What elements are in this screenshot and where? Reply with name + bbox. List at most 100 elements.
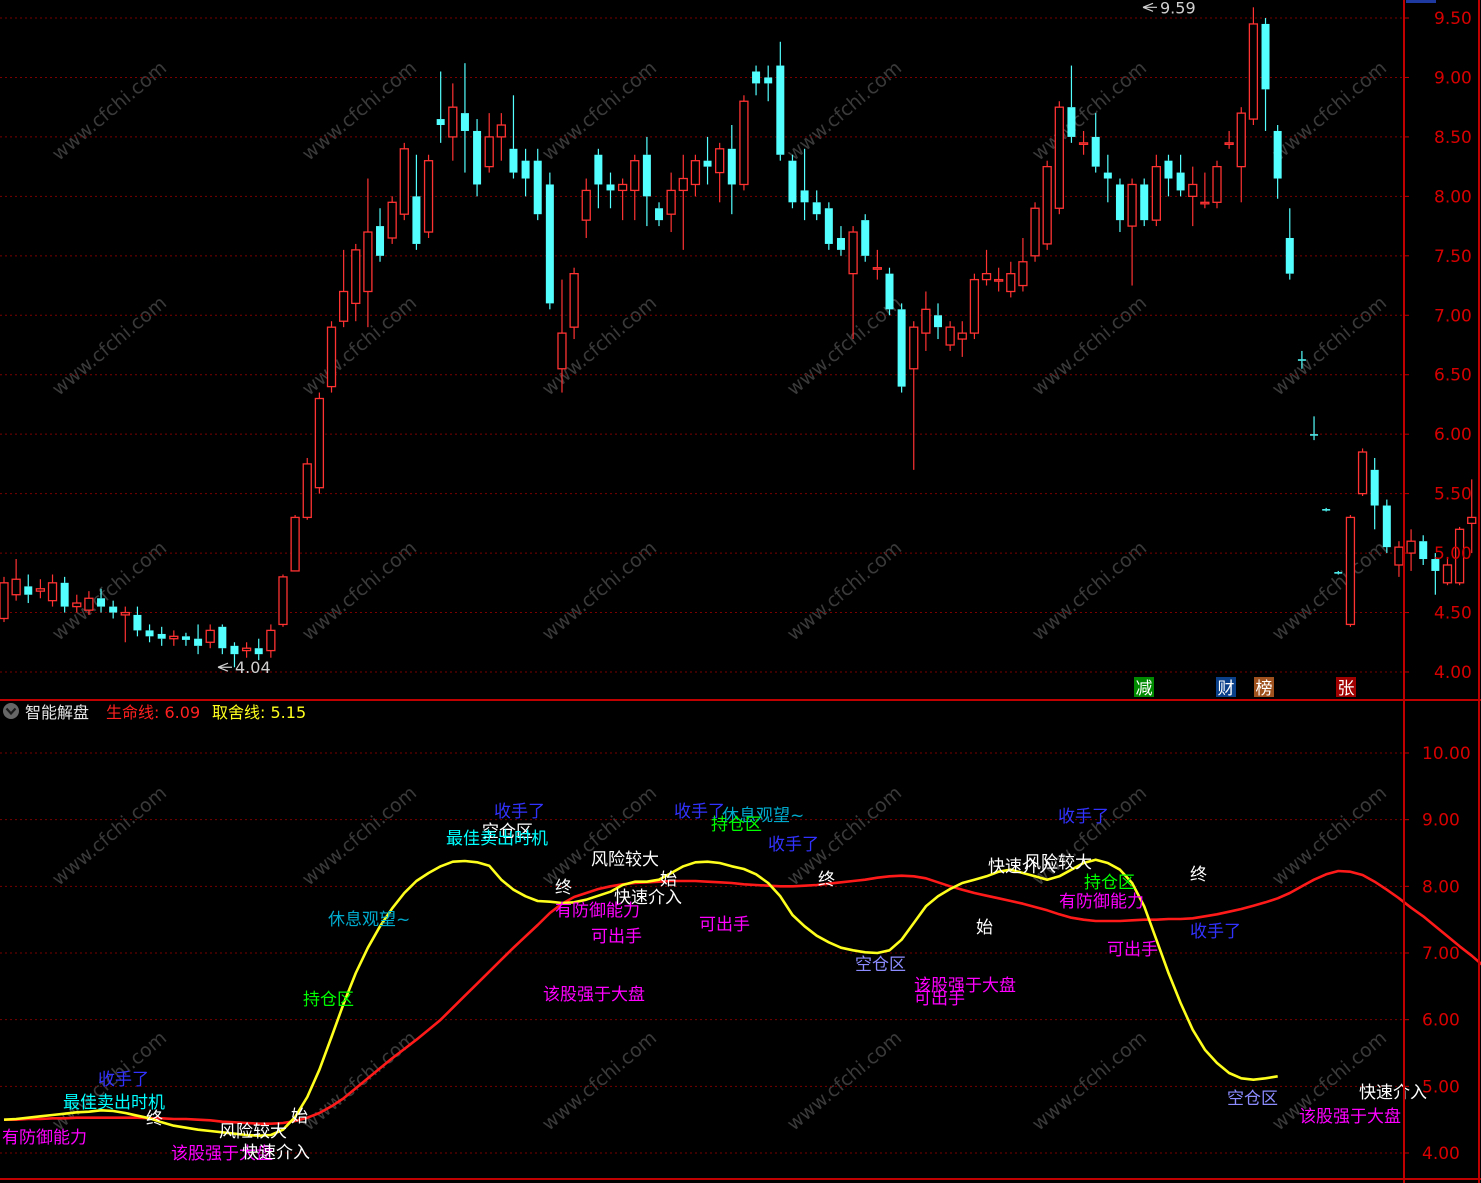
candle bbox=[290, 515, 300, 572]
candle-body-up bbox=[326, 326, 337, 388]
candle-body-down bbox=[521, 160, 530, 179]
candle-body-down bbox=[594, 154, 603, 185]
candle bbox=[861, 214, 870, 262]
candle-body-up bbox=[1006, 273, 1016, 293]
candle-body-up bbox=[1236, 112, 1246, 168]
signal-label: 持仓区 bbox=[303, 990, 354, 1010]
price-tick-label: 9.00 bbox=[1434, 68, 1472, 88]
signal-label: 始 bbox=[660, 870, 677, 890]
candle-body-down bbox=[473, 130, 482, 185]
price-tick-label: 5.50 bbox=[1434, 485, 1472, 505]
candle-body-down bbox=[412, 196, 421, 244]
annotation-label: 4.04 bbox=[235, 658, 271, 677]
candle-body-up bbox=[969, 278, 980, 334]
candle-body-up bbox=[1406, 540, 1416, 554]
candle-body-down bbox=[897, 309, 906, 387]
news-badge[interactable]: 减 bbox=[1134, 677, 1154, 699]
badge-label: 张 bbox=[1338, 679, 1355, 699]
candle bbox=[739, 95, 749, 191]
candle-body-down bbox=[133, 614, 142, 631]
candle-body-up bbox=[690, 160, 701, 186]
candle-body-up bbox=[11, 578, 21, 596]
candle-body-up bbox=[1042, 165, 1052, 245]
candle-body-down bbox=[1310, 434, 1319, 436]
signal-label: 收手了 bbox=[98, 1070, 149, 1090]
candle-body-down bbox=[812, 202, 821, 215]
candle-body-down bbox=[533, 160, 542, 215]
quit-line-label-text: 取舍线: bbox=[212, 703, 265, 722]
candle-body-down bbox=[824, 208, 833, 244]
signal-label: 可出手 bbox=[914, 989, 965, 1009]
signal-label: 可出手 bbox=[699, 915, 750, 935]
candle-body-up bbox=[1054, 106, 1064, 209]
signal-label: 最佳卖出时机 bbox=[446, 829, 548, 849]
candle-body-down bbox=[752, 71, 761, 84]
indicator-name: 智能解盘 bbox=[25, 703, 89, 722]
price-tick-label: 5.00 bbox=[1434, 544, 1472, 564]
candle-body-down bbox=[836, 237, 845, 250]
candle-body-up bbox=[448, 106, 458, 138]
collapse-icon[interactable] bbox=[3, 703, 19, 719]
candle-body-down bbox=[934, 315, 943, 328]
signal-label: 风险较大 bbox=[219, 1122, 287, 1142]
signal-label: 该股强于大盘 bbox=[543, 985, 645, 1005]
candle-body-up bbox=[921, 308, 931, 334]
signal-label: 快速介入 bbox=[242, 1143, 310, 1163]
candle-body-up bbox=[630, 160, 640, 192]
badge-label: 减 bbox=[1136, 679, 1153, 699]
signal-label: 休息观望~ bbox=[328, 910, 410, 930]
indicator-tick-label: 4.00 bbox=[1422, 1144, 1460, 1164]
candle-body-up bbox=[302, 463, 312, 519]
candle-body-down bbox=[606, 184, 615, 191]
news-badge[interactable]: 榜 bbox=[1254, 677, 1274, 699]
news-badge[interactable]: 张 bbox=[1336, 677, 1356, 699]
candle-body-up bbox=[1357, 451, 1368, 495]
candle-body-down bbox=[727, 148, 736, 185]
signal-label: 终 bbox=[146, 1109, 163, 1129]
candle-body-up bbox=[569, 273, 579, 328]
candle bbox=[1030, 202, 1040, 262]
signal-label: 收手了 bbox=[1190, 922, 1241, 942]
price-tick-label: 8.00 bbox=[1434, 187, 1472, 207]
price-tick-label: 4.00 bbox=[1434, 663, 1472, 683]
candle-body-up bbox=[1467, 516, 1477, 525]
candle-body-up bbox=[957, 332, 967, 340]
candle-body-up bbox=[1212, 165, 1222, 203]
candle-body-down bbox=[460, 113, 469, 131]
candle-body-down bbox=[157, 633, 166, 639]
indicator-header: 智能解盘 生命线: 6.09 取舍线: 5.15 bbox=[3, 703, 306, 722]
candle bbox=[1042, 160, 1052, 250]
candle-body-up bbox=[678, 177, 688, 192]
signal-label: 持仓区 bbox=[1084, 873, 1135, 893]
candle-body-down bbox=[230, 645, 239, 655]
candle-body-up bbox=[1188, 183, 1198, 198]
candle-body-down bbox=[1067, 107, 1076, 137]
candle-body-up bbox=[1200, 201, 1210, 205]
signal-label: 可出手 bbox=[1107, 940, 1158, 960]
candle-body-up bbox=[423, 160, 434, 233]
candle-body-up bbox=[72, 602, 82, 608]
news-badge[interactable]: 财 bbox=[1216, 677, 1236, 699]
signal-label: 有防御能力 bbox=[1059, 892, 1144, 912]
candle-body-up bbox=[314, 397, 325, 489]
candle bbox=[1248, 7, 1259, 126]
signal-label: 持仓区 bbox=[711, 815, 762, 835]
candle-body-down bbox=[194, 638, 203, 646]
candle-body-down bbox=[24, 586, 33, 595]
indicator-tick-label: 6.00 bbox=[1422, 1011, 1460, 1031]
signal-label: 终 bbox=[1190, 865, 1207, 885]
price-tick-label: 8.50 bbox=[1434, 128, 1472, 148]
candle-body-up bbox=[666, 189, 676, 215]
candle-body-down bbox=[1370, 469, 1379, 506]
candle-body-up bbox=[1127, 183, 1137, 227]
candle-body-up bbox=[1078, 142, 1089, 146]
candle-body-down bbox=[509, 148, 518, 173]
candle bbox=[0, 576, 9, 623]
candle-body-down bbox=[60, 582, 69, 607]
candle bbox=[969, 273, 980, 340]
candle-body-down bbox=[254, 648, 263, 655]
signal-label: 始 bbox=[976, 918, 993, 938]
badge-label: 榜 bbox=[1256, 679, 1273, 699]
indicator-tick-label: 9.00 bbox=[1422, 811, 1460, 831]
signal-label: 收手了 bbox=[494, 802, 545, 822]
